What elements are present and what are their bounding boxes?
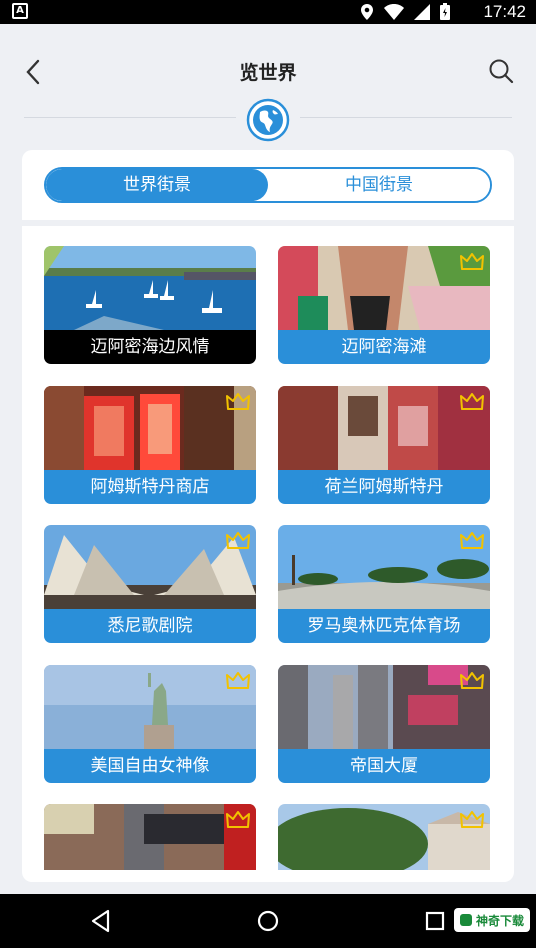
location-icon: [361, 3, 373, 20]
place-tile[interactable]: 迈阿密海边风情: [44, 246, 256, 364]
place-photo-amsterdam-shop: [44, 386, 256, 470]
page-title: 览世界: [239, 62, 297, 84]
app-header: 览世界: [0, 24, 536, 148]
place-tile[interactable]: 罗马奥林匹克体育场: [278, 525, 490, 643]
place-tile[interactable]: 悉尼歌剧院: [44, 525, 256, 643]
content-card: 世界街景 中国街景 迈阿密海边风情 迈阿密海滩 阿姆斯特丹商店 荷兰阿姆斯特丹 …: [22, 150, 514, 882]
crown-icon: [460, 672, 484, 689]
crown-icon: [226, 811, 250, 828]
watermark-text: 神奇下载: [475, 913, 524, 928]
place-photo-rome-olympic-stadium: [278, 525, 490, 609]
status-bar: A 17:42: [0, 0, 536, 24]
notification-a-icon: A: [12, 3, 28, 19]
header-divider-right: [300, 117, 512, 118]
crown-icon: [460, 253, 484, 270]
place-tile[interactable]: 阿姆斯特丹商店: [44, 386, 256, 504]
place-photo-park: [278, 804, 490, 870]
place-tile[interactable]: [44, 804, 256, 870]
status-icons: [360, 3, 450, 20]
place-label: 阿姆斯特丹商店: [44, 470, 256, 504]
battery-icon: [440, 3, 450, 20]
header-divider-left: [24, 117, 236, 118]
nav-back-button[interactable]: [86, 906, 116, 936]
place-photo-empire-state-building: [278, 665, 490, 749]
signal-icon: [414, 3, 430, 20]
place-tile[interactable]: 帝国大厦: [278, 665, 490, 783]
tab-world-street-view[interactable]: 世界街景: [46, 169, 268, 201]
place-photo-broadway: [44, 804, 256, 870]
tab-china-street-view[interactable]: 中国街景: [268, 169, 490, 201]
system-nav-bar: 神奇下载: [0, 894, 536, 948]
place-tile[interactable]: 荷兰阿姆斯特丹: [278, 386, 490, 504]
place-tile[interactable]: [278, 804, 490, 870]
search-button[interactable]: [488, 58, 514, 84]
place-label: 悉尼歌剧院: [44, 609, 256, 643]
place-label: 迈阿密海滩: [278, 330, 490, 364]
crown-icon: [226, 393, 250, 410]
place-label: 帝国大厦: [278, 749, 490, 783]
triangle-back-icon: [91, 909, 110, 933]
place-photo-statue-of-liberty: [44, 665, 256, 749]
clock: 17:42: [483, 2, 526, 21]
place-photo-miami-beach: [278, 246, 490, 330]
nav-recents-button[interactable]: [420, 906, 450, 936]
crown-icon: [226, 532, 250, 549]
nav-home-button[interactable]: [253, 906, 283, 936]
place-label: 美国自由女神像: [44, 749, 256, 783]
crown-icon: [460, 393, 484, 410]
circle-home-icon: [257, 910, 279, 932]
place-photo-sydney-opera-house: [44, 525, 256, 609]
place-tile[interactable]: 迈阿密海滩: [278, 246, 490, 364]
search-icon: [489, 59, 514, 84]
square-recents-icon: [425, 911, 445, 931]
crown-icon: [460, 811, 484, 828]
place-label: 迈阿密海边风情: [44, 330, 256, 364]
globe-icon: [246, 98, 290, 142]
place-tile[interactable]: 美国自由女神像: [44, 665, 256, 783]
crown-icon: [226, 672, 250, 689]
card-separator: [22, 220, 514, 226]
wifi-icon: [384, 3, 404, 20]
crown-icon: [460, 532, 484, 549]
place-label: 罗马奥林匹克体育场: [278, 609, 490, 643]
watermark: 神奇下载: [453, 908, 530, 932]
place-label: 荷兰阿姆斯特丹: [278, 470, 490, 504]
watermark-logo-icon: [459, 914, 472, 926]
place-photo-miami-seaside: [44, 246, 256, 330]
street-view-tabs: 世界街景 中国街景: [44, 167, 492, 203]
place-photo-amsterdam: [278, 386, 490, 470]
